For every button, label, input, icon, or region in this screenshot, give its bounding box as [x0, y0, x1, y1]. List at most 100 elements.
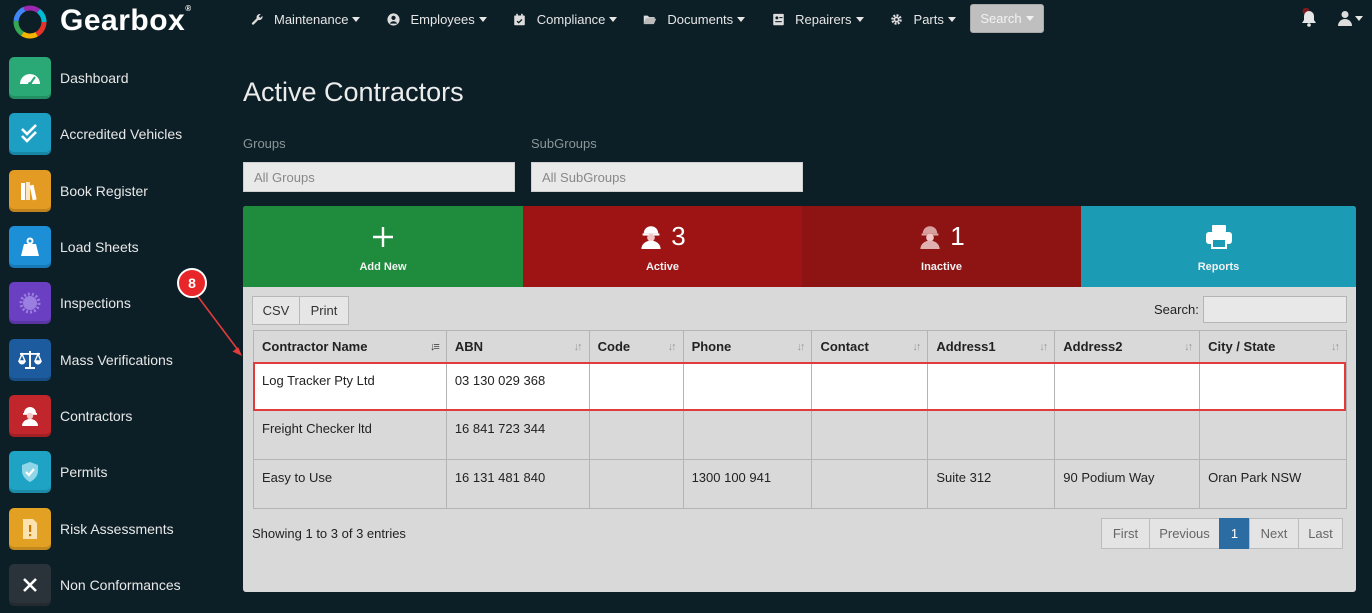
- groups-select[interactable]: All Groups: [243, 162, 515, 192]
- sidebar-item-contractors[interactable]: Contractors: [0, 388, 210, 444]
- sidebar-item-load-sheets[interactable]: Load Sheets: [0, 219, 210, 275]
- cell-address2: 90 Podium Way: [1054, 459, 1201, 509]
- col-phone[interactable]: Phone ↓↑: [682, 330, 813, 363]
- sidebar-item-label: Non Conformances: [60, 576, 181, 593]
- pager-last[interactable]: Last: [1298, 518, 1343, 549]
- sidebar-item-label: Permits: [60, 464, 108, 481]
- menu-parts[interactable]: Parts: [890, 12, 956, 27]
- search-button[interactable]: Search: [970, 4, 1044, 33]
- sidebar-item-label: Dashboard: [60, 70, 129, 87]
- column-label: Phone: [691, 339, 732, 354]
- sidebar-item-book-register[interactable]: Book Register: [0, 163, 210, 219]
- sidebar: Dashboard Accredited Vehicles Book Regis…: [0, 50, 210, 613]
- column-label: Contact: [820, 339, 869, 354]
- badge-icon: [9, 282, 51, 325]
- cell-address1: [927, 410, 1056, 460]
- sidebar-item-label: Book Register: [60, 182, 148, 199]
- cell-code: [588, 410, 684, 460]
- add-new-tile[interactable]: Add New: [243, 206, 523, 287]
- brand-text: Gearbox: [60, 4, 186, 37]
- sort-icon: ↓↑: [1331, 341, 1340, 353]
- sort-icon: ↓↑: [573, 341, 583, 353]
- table-row[interactable]: Log Tracker Pty Ltd 03 130 029 368: [253, 362, 1347, 411]
- sidebar-item-dashboard[interactable]: Dashboard: [0, 50, 210, 106]
- col-city-state[interactable]: City / State ↓↑: [1199, 330, 1347, 363]
- chevron-down-icon: [1355, 15, 1363, 21]
- column-label: City / State: [1208, 339, 1276, 354]
- menu-documents[interactable]: Documents: [643, 11, 746, 27]
- cell-contractor-name: Freight Checker ltd: [253, 410, 447, 460]
- sidebar-item-label: Risk Assessments: [60, 520, 174, 537]
- sidebar-item-permits[interactable]: Permits: [0, 444, 210, 500]
- column-label: Address2: [1063, 339, 1123, 354]
- csv-button[interactable]: CSV: [252, 296, 300, 325]
- scales-icon: [9, 338, 51, 381]
- sidebar-item-label: Mass Verifications: [60, 351, 173, 368]
- column-label: Code: [597, 339, 631, 354]
- table-search-input[interactable]: [1203, 296, 1347, 323]
- page-title: Active Contractors: [243, 77, 464, 107]
- gearbox-logo-icon[interactable]: [12, 4, 48, 40]
- menu-compliance[interactable]: Compliance: [513, 12, 618, 27]
- cell-contact: [811, 362, 929, 411]
- col-abn[interactable]: ABN ↓↑: [445, 330, 590, 363]
- menu-repairers[interactable]: Repairers: [771, 11, 864, 27]
- cell-address2: [1054, 410, 1201, 460]
- notifications-bell-icon[interactable]: [1300, 7, 1318, 28]
- sidebar-item-label: Contractors: [60, 407, 133, 424]
- cell-city-state: Oran Park NSW: [1199, 459, 1347, 509]
- gauge-icon: [9, 57, 51, 100]
- menu-label: Documents: [667, 11, 734, 27]
- menu-label: Repairers: [795, 11, 852, 27]
- folder-open-icon: [643, 12, 657, 26]
- sidebar-item-non-conformances[interactable]: Non Conformances: [0, 557, 210, 613]
- sort-icon: ↓↑: [1184, 341, 1193, 353]
- summary-tiles: Add New 3 Active 1 Inactive Reports: [243, 206, 1356, 287]
- col-contact[interactable]: Contact ↓↑: [811, 330, 929, 363]
- sidebar-item-accredited-vehicles[interactable]: Accredited Vehicles: [0, 106, 210, 162]
- col-code[interactable]: Code ↓↑: [588, 330, 684, 363]
- table-row[interactable]: Freight Checker ltd 16 841 723 344: [253, 410, 1347, 460]
- sidebar-item-mass-verifications[interactable]: Mass Verifications: [0, 331, 210, 387]
- inactive-tile[interactable]: 1 Inactive: [802, 206, 1081, 287]
- cell-contact: [811, 410, 929, 460]
- table-row[interactable]: Easy to Use 16 131 481 840 1300 100 941 …: [253, 459, 1347, 509]
- tile-label: Active: [645, 260, 680, 273]
- col-address1[interactable]: Address1 ↓↑: [927, 330, 1056, 363]
- pager-first[interactable]: First: [1101, 518, 1150, 549]
- column-label: ABN: [454, 339, 483, 354]
- cell-address1: [927, 362, 1056, 411]
- print-button[interactable]: Print: [299, 296, 349, 325]
- table-search-label: Search:: [1154, 302, 1199, 317]
- col-address2[interactable]: Address2 ↓↑: [1054, 330, 1201, 363]
- table-info: Showing 1 to 3 of 3 entries: [252, 526, 406, 541]
- worker-icon: [641, 225, 661, 249]
- plus-icon: [373, 226, 393, 247]
- pager-next[interactable]: Next: [1249, 518, 1299, 549]
- reports-tile[interactable]: Reports: [1081, 206, 1356, 287]
- cell-city-state: [1199, 410, 1347, 460]
- menu-maintenance[interactable]: Maintenance: [250, 12, 361, 27]
- col-contractor-name[interactable]: Contractor Name ↓≡: [253, 330, 447, 363]
- user-menu[interactable]: [1338, 8, 1364, 28]
- risk-doc-icon: [9, 507, 51, 550]
- cell-abn: 16 131 481 840: [445, 459, 590, 509]
- cell-phone: [682, 362, 813, 411]
- user-icon: [1338, 11, 1352, 26]
- cell-phone: 1300 100 941: [682, 459, 813, 509]
- pager-previous[interactable]: Previous: [1149, 518, 1220, 549]
- brand-name[interactable]: Gearbox®: [60, 4, 192, 38]
- cell-abn: 03 130 029 368: [445, 362, 590, 411]
- cell-address1: Suite 312: [927, 459, 1056, 509]
- sidebar-item-label: Load Sheets: [60, 239, 139, 256]
- sort-icon: ↓↑: [796, 341, 805, 353]
- sort-icon: ↓↑: [1039, 341, 1048, 353]
- menu-employees[interactable]: Employees: [386, 12, 487, 27]
- subgroups-select[interactable]: All SubGroups: [531, 162, 803, 192]
- contractors-panel: Add New 3 Active 1 Inactive Reports CSV …: [243, 206, 1356, 592]
- pager-page-1[interactable]: 1: [1219, 518, 1250, 549]
- sidebar-item-risk-assessments[interactable]: Risk Assessments: [0, 500, 210, 556]
- active-tile[interactable]: 3 Active: [523, 206, 802, 287]
- address-card-icon: [771, 12, 785, 26]
- printer-icon: [1205, 224, 1232, 249]
